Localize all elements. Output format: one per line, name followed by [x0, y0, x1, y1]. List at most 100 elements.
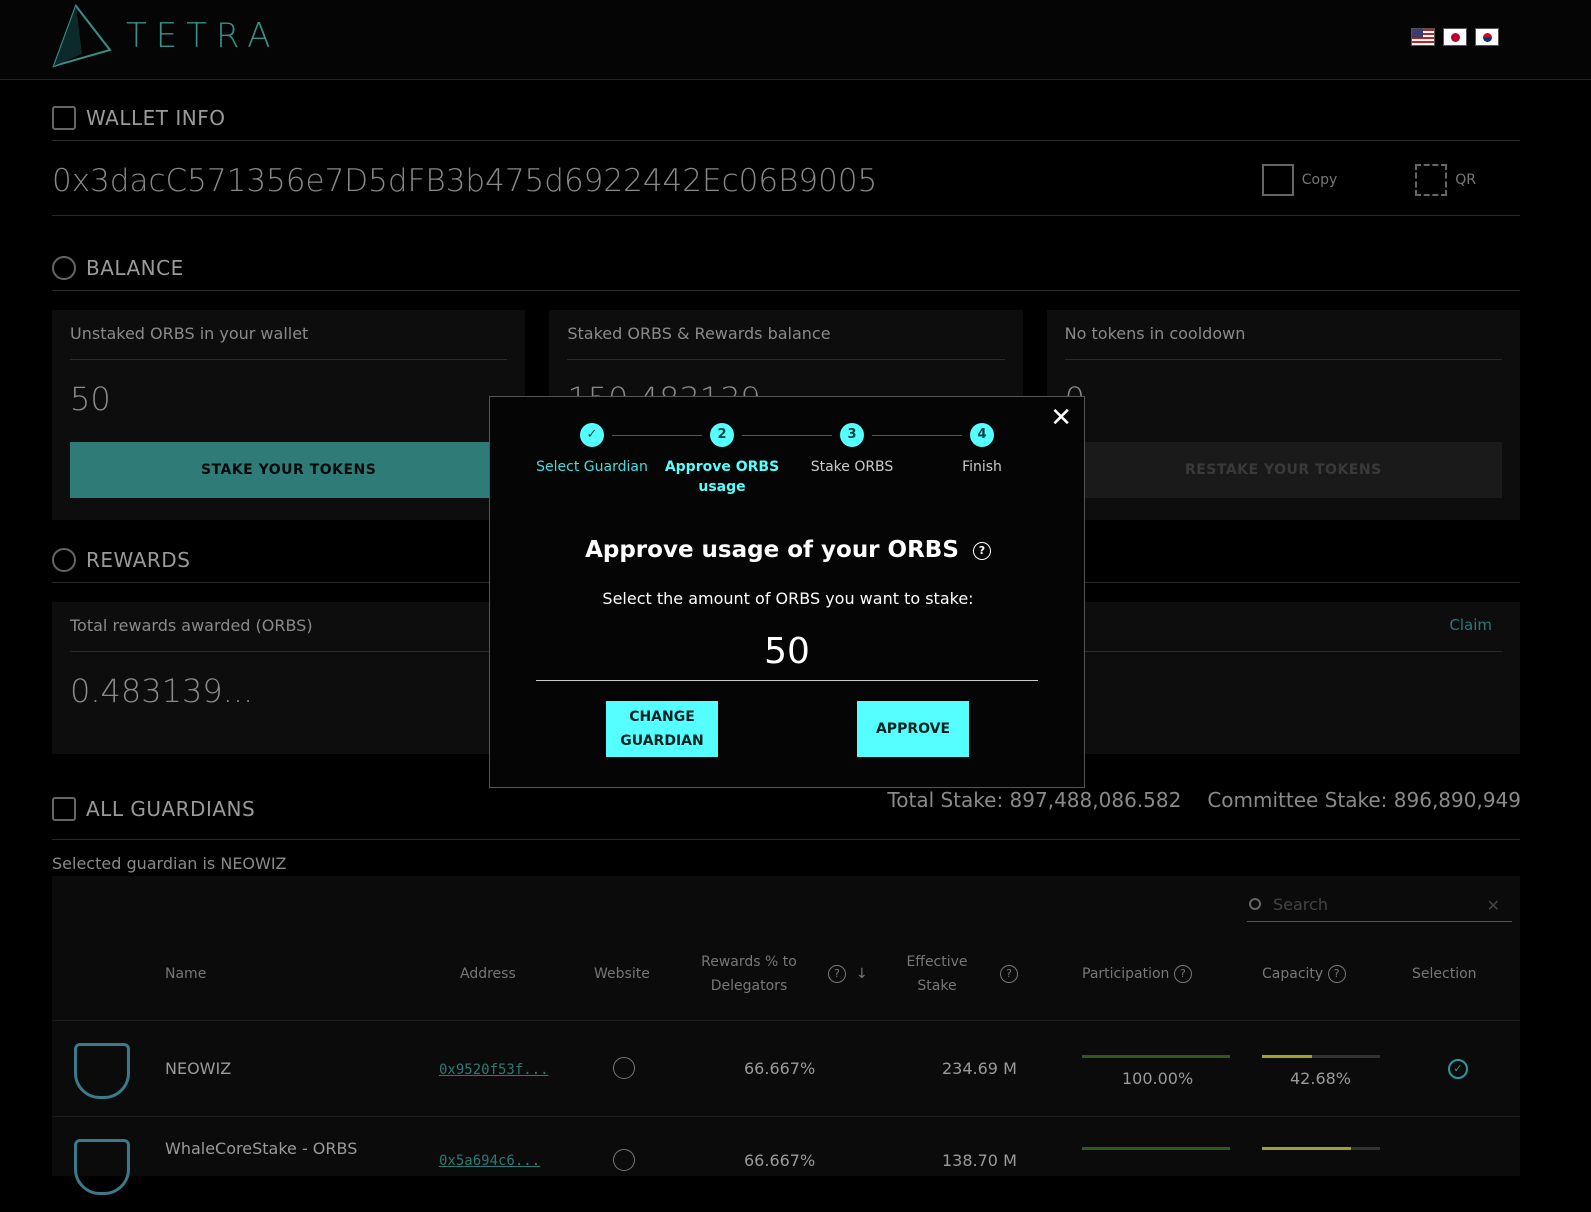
total-stake: Total Stake: 897,488,086.582 — [887, 788, 1182, 812]
modal-title: Approve usage of your ORBS ? — [490, 537, 1086, 563]
wallet-info-header: WALLET INFO — [52, 106, 1520, 141]
col-address: Address — [460, 966, 516, 982]
col-eff-line1: Effective — [906, 954, 968, 970]
stake-help-icon[interactable]: ? — [1000, 962, 1018, 986]
capacity-bar-fill — [1262, 1147, 1351, 1150]
guardian-name: NEOWIZ — [165, 1059, 232, 1078]
col-rewards-line1: Rewards % to — [701, 954, 797, 970]
approve-button[interactable]: APPROVE — [857, 701, 969, 757]
approve-modal: ✕ ✓ Select Guardian 2 Approve ORBS usage… — [489, 396, 1085, 788]
app-header: TETRA — [0, 0, 1591, 80]
tetra-logo[interactable]: TETRA — [52, 4, 280, 68]
guardian-address-link[interactable]: 0x5a694c6... — [439, 1153, 540, 1169]
step-number: 3 — [840, 423, 864, 447]
modal-title-text: Approve usage of your ORBS — [585, 537, 959, 563]
col-rewards[interactable]: Rewards % to Delegators — [694, 950, 804, 998]
logo-text: TETRA — [126, 16, 280, 56]
us-flag-icon[interactable] — [1411, 28, 1435, 46]
col-effective-stake[interactable]: Effective Stake — [902, 950, 972, 998]
participation-bar-fill — [1082, 1147, 1230, 1150]
clear-search-icon[interactable]: ✕ — [1487, 896, 1500, 915]
col-participation: Participation ? — [1082, 962, 1192, 986]
japan-flag-icon[interactable] — [1443, 28, 1467, 46]
selected-guardian-text: Selected guardian is NEOWIZ — [52, 854, 287, 873]
table-row[interactable]: WhaleCoreStake - ORBS 0x5a694c6... 66.66… — [52, 1116, 1520, 1212]
card-value: 50 — [70, 380, 111, 418]
step-number: 2 — [710, 423, 734, 447]
guardian-shield-icon — [74, 1043, 130, 1099]
close-icon[interactable]: ✕ — [1050, 403, 1072, 433]
search-input[interactable]: Search ✕ — [1247, 888, 1512, 922]
step-label: Stake ORBS — [810, 459, 894, 475]
step-approve-orbs: 2 Approve ORBS usage — [662, 423, 782, 497]
step-number: 4 — [970, 423, 994, 447]
card-value: 0 — [1065, 380, 1502, 418]
qr-button[interactable]: QR — [1415, 164, 1476, 196]
shield-icon — [52, 796, 76, 821]
wallet-address: 0x3dacC571356e7D5dFB3b475d6922442Ec06B90… — [52, 162, 878, 199]
search-placeholder: Search — [1273, 895, 1328, 914]
stake-summary: Total Stake: 897,488,086.582 Committee S… — [887, 788, 1521, 812]
rewards-help-icon[interactable]: ? — [828, 962, 846, 986]
participation-value: 100.00% — [1122, 1069, 1194, 1088]
table-row[interactable]: NEOWIZ 0x9520f53f... 66.667% 234.69 M 10… — [52, 1020, 1520, 1116]
korea-flag-icon[interactable] — [1475, 28, 1499, 46]
wallet-info-title: WALLET INFO — [86, 106, 226, 130]
modal-subtitle: Select the amount of ORBS you want to st… — [602, 589, 974, 608]
qr-label: QR — [1455, 172, 1476, 188]
participation-help-icon[interactable]: ? — [1173, 965, 1192, 983]
sort-down-icon[interactable]: ↓ — [856, 962, 868, 986]
qr-code-icon — [1415, 164, 1448, 196]
col-participation-label: Participation — [1082, 966, 1170, 982]
change-guardian-line2: GUARDIAN — [620, 733, 704, 749]
wallet-address-row: 0x3dacC571356e7D5dFB3b475d6922442Ec06B90… — [52, 146, 1520, 216]
guardian-address-link[interactable]: 0x9520f53f... — [439, 1062, 549, 1078]
card-label: No tokens in cooldown — [1064, 324, 1502, 360]
stake-tokens-button[interactable]: STAKE YOUR TOKENS — [70, 442, 508, 498]
guardians-title: ALL GUARDIANS — [86, 796, 256, 821]
unstaked-card: Unstaked ORBS in your wallet 50 STAKE YO… — [52, 310, 526, 520]
rewards-percent: 66.667% — [744, 1151, 816, 1170]
step-label: Finish — [962, 459, 1002, 475]
guardian-shield-icon — [74, 1139, 130, 1195]
col-name: Name — [165, 966, 207, 982]
card-label: Unstaked ORBS in your wallet — [70, 324, 508, 360]
wallet-icon — [52, 106, 76, 130]
step-label: Approve ORBS usage — [664, 459, 780, 495]
copy-button[interactable]: Copy — [1261, 164, 1338, 196]
tetra-logo-icon — [52, 4, 112, 68]
star-icon — [52, 548, 76, 572]
capacity-bar — [1262, 1055, 1380, 1058]
col-website: Website — [594, 966, 650, 982]
participation-bar-fill — [1082, 1055, 1230, 1058]
globe-icon[interactable] — [613, 1149, 635, 1171]
capacity-help-icon[interactable]: ? — [1327, 965, 1346, 983]
participation-bar — [1082, 1055, 1230, 1058]
guardians-table: Search ✕ Name Address Website Rewards % … — [52, 876, 1520, 1195]
restake-tokens-button[interactable]: RESTAKE YOUR TOKENS — [1064, 442, 1502, 498]
amount-input[interactable]: 50 — [536, 623, 1038, 681]
col-eff-line2: Stake — [917, 978, 957, 994]
effective-stake: 138.70 M — [942, 1151, 1017, 1170]
change-guardian-line1: CHANGE — [629, 709, 695, 725]
globe-icon[interactable] — [613, 1057, 635, 1079]
effective-stake: 234.69 M — [942, 1059, 1017, 1078]
capacity-bar-fill — [1262, 1055, 1313, 1058]
step-select-guardian: ✓ Select Guardian — [532, 423, 652, 477]
balance-header: BALANCE — [52, 256, 1520, 291]
selected-check-icon[interactable]: ✓ — [1448, 1059, 1468, 1079]
capacity-bar — [1262, 1147, 1380, 1150]
claim-link[interactable]: Claim — [1449, 616, 1492, 634]
copy-icon — [1261, 164, 1294, 196]
col-capacity-label: Capacity — [1262, 966, 1324, 982]
step-label: Select Guardian — [536, 459, 648, 475]
guardian-name: WhaleCoreStake - ORBS — [165, 1139, 358, 1158]
col-rewards-line2: Delegators — [710, 978, 788, 994]
step-stake-orbs: 3 Stake ORBS — [792, 423, 912, 477]
rewards-title: REWARDS — [86, 548, 191, 572]
change-guardian-button[interactable]: CHANGE GUARDIAN — [606, 701, 718, 757]
copy-label: Copy — [1301, 172, 1338, 188]
card-label: Staked ORBS & Rewards balance — [567, 324, 1005, 360]
capacity-value: 42.68% — [1290, 1069, 1352, 1088]
help-icon[interactable]: ? — [972, 541, 991, 560]
